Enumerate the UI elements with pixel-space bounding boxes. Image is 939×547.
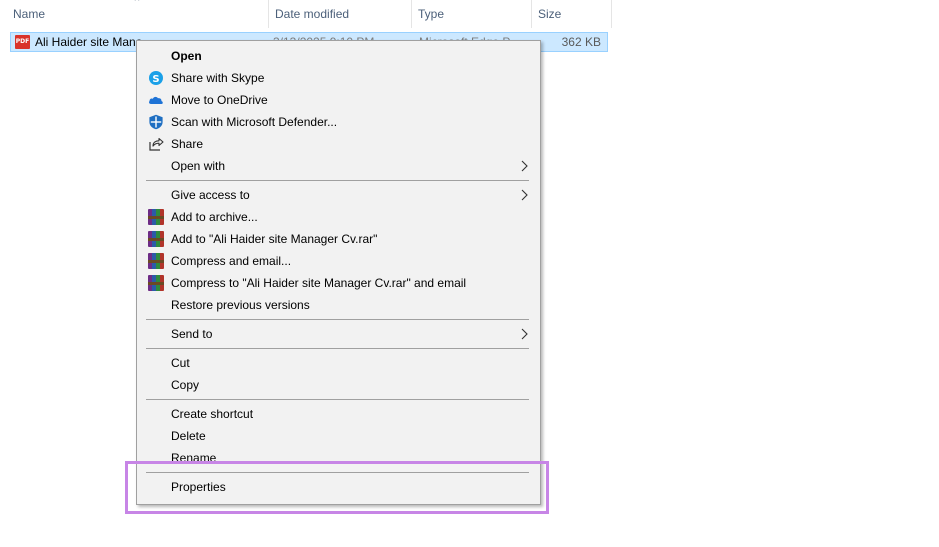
onedrive-icon (149, 96, 163, 104)
menu-item-give-access-to[interactable]: Give access to (139, 184, 538, 206)
menu-item-label: Create shortcut (171, 407, 254, 421)
menu-item-compress-to-rar-and-email[interactable]: Compress to "Ali Haider site Manager Cv.… (139, 272, 538, 294)
menu-item-label: Cut (171, 356, 190, 370)
menu-item-restore-previous-versions[interactable]: Restore previous versions (139, 294, 538, 316)
menu-divider (146, 319, 529, 320)
highlight-box (125, 461, 549, 514)
column-header-row: ^ Name Date modified Type Size (0, 0, 612, 28)
menu-item-open[interactable]: Open (139, 45, 538, 67)
defender-icon (149, 114, 163, 130)
menu-item-label: Give access to (171, 188, 250, 202)
chevron-right-icon (521, 328, 528, 340)
menu-item-scan-with-defender[interactable]: Scan with Microsoft Defender... (139, 111, 538, 133)
menu-item-add-to-rar[interactable]: Add to "Ali Haider site Manager Cv.rar" (139, 228, 538, 250)
menu-item-label: Open (171, 49, 202, 63)
menu-item-label: Share (171, 137, 204, 151)
menu-item-share-with-skype[interactable]: S Share with Skype (139, 67, 538, 89)
menu-item-label: Add to archive... (171, 210, 258, 224)
chevron-right-icon (521, 160, 528, 172)
skype-icon: S (149, 71, 163, 85)
column-divider (611, 0, 612, 28)
menu-item-label: Send to (171, 327, 213, 341)
column-header-size[interactable]: Size (531, 0, 612, 28)
menu-item-send-to[interactable]: Send to (139, 323, 538, 345)
column-header-name[interactable]: Name (7, 0, 267, 28)
context-menu: Open S Share with Skype Move to OneDrive… (136, 40, 541, 505)
share-icon (149, 137, 164, 151)
menu-item-label: Restore previous versions (171, 298, 310, 312)
chevron-right-icon (521, 189, 528, 201)
menu-divider (146, 348, 529, 349)
menu-item-move-to-onedrive[interactable]: Move to OneDrive (139, 89, 538, 111)
menu-item-share[interactable]: Share (139, 133, 538, 155)
menu-divider (146, 399, 529, 400)
winrar-icon (148, 231, 164, 247)
menu-item-label: Compress to "Ali Haider site Manager Cv.… (171, 276, 467, 290)
menu-divider (146, 180, 529, 181)
menu-item-label: Open with (171, 159, 226, 173)
menu-item-delete[interactable]: Delete (139, 425, 538, 447)
file-size: 362 KB (561, 35, 601, 49)
pdf-file-icon: PDF (15, 35, 30, 49)
winrar-icon (148, 275, 164, 291)
menu-item-label: Compress and email... (171, 254, 292, 268)
svg-text:S: S (152, 74, 159, 85)
menu-item-label: Copy (171, 378, 200, 392)
winrar-icon (148, 253, 164, 269)
menu-item-add-to-archive[interactable]: Add to archive... (139, 206, 538, 228)
menu-item-label: Share with Skype (171, 71, 265, 85)
column-header-date-modified[interactable]: Date modified (268, 0, 411, 28)
menu-item-create-shortcut[interactable]: Create shortcut (139, 403, 538, 425)
menu-item-cut[interactable]: Cut (139, 352, 538, 374)
menu-item-label: Add to "Ali Haider site Manager Cv.rar" (171, 232, 378, 246)
menu-item-label: Move to OneDrive (171, 93, 268, 107)
winrar-icon (148, 209, 164, 225)
column-header-type[interactable]: Type (411, 0, 531, 28)
menu-item-label: Scan with Microsoft Defender... (171, 115, 338, 129)
menu-item-copy[interactable]: Copy (139, 374, 538, 396)
menu-item-open-with[interactable]: Open with (139, 155, 538, 177)
menu-item-label: Delete (171, 429, 206, 443)
file-name: Ali Haider site Mana (35, 35, 143, 49)
menu-item-compress-and-email[interactable]: Compress and email... (139, 250, 538, 272)
